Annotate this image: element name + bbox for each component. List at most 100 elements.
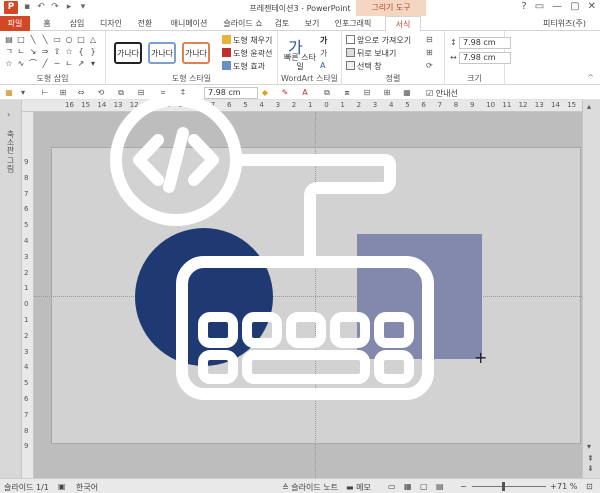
order-icon[interactable]: ⊟ [136,88,146,98]
tab-animations[interactable]: 애니메이션 [167,16,211,31]
shape-outline-button[interactable]: 도형 윤곽선 [222,48,272,59]
spellcheck-icon[interactable]: ▣ [58,482,66,491]
square-shape[interactable] [357,234,482,359]
align-icon[interactable]: ⊟ [362,88,372,98]
height-field[interactable]: 7.98 cm [459,37,511,49]
rectangle-shape-icon[interactable]: □ [76,35,86,45]
more-shapes-icon[interactable]: ▾ [88,59,98,69]
oval-shape-icon[interactable]: ○ [64,35,74,45]
horizontal-guide[interactable] [34,296,582,297]
shape-effects-button[interactable]: 도형 효과 [222,61,265,72]
zoom-level[interactable]: 71 % [557,482,577,491]
selection-pane-button[interactable]: 선택 창 [346,61,382,72]
bracket-shape-icon[interactable]: { [76,47,86,57]
text-fill-icon[interactable]: 가 [320,35,327,46]
close-button[interactable]: ✕ [588,1,596,12]
outline-color-icon[interactable]: ✎ [280,88,290,98]
freeform-shape-icon[interactable]: ⌒ [28,59,38,69]
normal-view-icon[interactable]: ▭ [388,482,396,491]
bracket-shape-icon[interactable]: } [88,47,98,57]
star-shape-icon[interactable]: ☆ [64,47,74,57]
scroll-up-icon[interactable]: ▴ [587,102,591,111]
tab-transitions[interactable]: 전환 [135,16,155,31]
ribbon-display-icon[interactable]: ▭ [535,1,544,12]
group-icon[interactable]: ⧉ [116,88,126,98]
connector-shape-icon[interactable]: ㄱ [4,47,14,57]
rotate-icon[interactable]: ⟳ [426,61,433,70]
tab-home[interactable]: 홈 [40,16,54,31]
send-backward-button[interactable]: 뒤로 보내기 [346,48,396,59]
quick-styles-button[interactable]: 빠른 스타일 [283,53,317,71]
style-preset-2[interactable]: 가나다 [148,42,176,64]
line-shape-icon[interactable]: ╱ [40,59,50,69]
slide-sorter-icon[interactable]: ▦ [404,482,412,491]
layout-icon[interactable]: ▦ [4,88,14,98]
tab-review[interactable]: 검토 [273,16,291,31]
tab-slideshow[interactable]: 슬라이드 쇼 [219,16,267,31]
rectangle-shape-icon[interactable]: □ [16,35,26,45]
font-color-icon[interactable]: A [300,88,310,98]
zoom-slider[interactable] [472,486,546,487]
previous-slide-icon[interactable]: ⇞ [587,454,594,463]
triangle-shape-icon[interactable]: △ [88,35,98,45]
style-preset-1[interactable]: 가나다 [114,42,142,64]
dropdown-icon[interactable]: ▾ [18,88,28,98]
curve-shape-icon[interactable]: ∿ [16,59,26,69]
arrow-shape-icon[interactable]: ↗ [76,59,86,69]
text-effects-icon[interactable]: A [320,61,325,70]
scroll-down-icon[interactable]: ▾ [587,442,591,451]
style-preset-3[interactable]: 가나다 [182,42,210,64]
reading-view-icon[interactable]: ▢ [420,482,428,491]
group-icon[interactable]: ⊞ [426,48,433,57]
arrow-shape-icon[interactable]: ⇒ [40,47,50,57]
star-shape-icon[interactable]: ☆ [4,59,14,69]
bring-to-front-icon[interactable]: ⧉ [322,88,332,98]
connector-shape-icon[interactable]: ㄴ [16,47,26,57]
tab-format[interactable]: 서식 [385,16,421,32]
tab-view[interactable]: 보기 [303,16,321,31]
fill-color-icon[interactable]: ◆ [260,88,270,98]
slideshow-view-icon[interactable]: ▤ [436,482,444,491]
send-to-back-icon[interactable]: ⧈ [342,88,352,98]
tab-infographic[interactable]: 인포그래픽 [334,16,372,31]
comments-button[interactable]: ▬ 메모 [346,482,371,493]
language-indicator[interactable]: 한국어 [76,482,98,493]
line-shape-icon[interactable]: ╲ [28,35,38,45]
line-shape-icon[interactable]: ─ [52,59,62,69]
shape-fill-button[interactable]: 도형 채우기 [222,35,272,46]
toolbar-size-field[interactable]: 7.98 cm [204,87,258,99]
maximize-button[interactable]: ▢ [570,1,579,12]
width-field[interactable]: 7.98 cm [459,52,511,64]
tab-file[interactable]: 파일 [0,16,30,31]
vertical-guide[interactable] [315,112,316,478]
vertical-scrollbar[interactable]: ▴ ▾ ⇞ ⇟ [582,100,600,478]
tab-design[interactable]: 디자인 [98,16,124,31]
distribute-icon[interactable]: ⊞ [58,88,68,98]
grid-icon[interactable]: ▦ [402,88,412,98]
minimize-button[interactable]: — [552,1,562,12]
flip-icon[interactable]: ⇔ [76,88,86,98]
textbox-shape-icon[interactable]: ▤ [4,35,14,45]
collapse-ribbon-icon[interactable]: ^ [587,73,594,82]
help-icon[interactable]: ? [521,1,526,12]
align-left-icon[interactable]: ⊢ [40,88,50,98]
rotate-icon[interactable]: ⟲ [96,88,106,98]
fit-to-window-icon[interactable]: ⊡ [586,482,593,491]
rectangle-shape-icon[interactable]: ▭ [52,35,62,45]
shape-gallery[interactable]: ▤ □ ╲ ╲ ▭ ○ □ △ ㄱ ㄴ ↘ ⇒ ⇧ ☆ { } ☆ ∿ ⌒ ╱ … [4,35,100,70]
guides-checkbox[interactable]: ☑ 안내선 [426,88,458,99]
size-icon[interactable]: ↕ [178,88,188,98]
align-icon[interactable]: ⊟ [426,35,433,44]
bring-forward-button[interactable]: 앞으로 가져오기 [346,35,411,46]
text-outline-icon[interactable]: 가 [320,48,327,59]
arrow-shape-icon[interactable]: ↘ [28,47,38,57]
line-shape-icon[interactable]: ╲ [40,35,50,45]
distribute-icon[interactable]: ⊞ [382,88,392,98]
account-name[interactable]: 피티위즈(주) [543,16,586,31]
tab-insert[interactable]: 삽입 [66,16,88,31]
zoom-slider-thumb[interactable] [502,482,505,491]
arrow-shape-icon[interactable]: ⇧ [52,47,62,57]
zoom-in-icon[interactable]: + [550,482,557,491]
crop-icon[interactable]: ⌗ [158,88,168,98]
circle-shape[interactable] [135,228,273,366]
